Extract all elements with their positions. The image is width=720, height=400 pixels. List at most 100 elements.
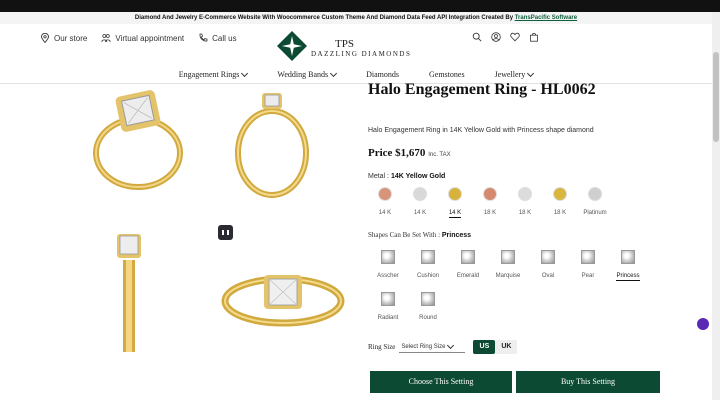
site-header: Our store Virtual appointment Call us TP… xyxy=(0,24,712,62)
diamond-shape-icon xyxy=(381,250,395,264)
product-title: Halo Engagement Ring - HL0062 xyxy=(368,81,596,98)
diamond-shape-icon xyxy=(621,250,635,264)
shape-options: Asscher Cushion Emerald Marquise Oval Pear Pri… xyxy=(368,247,658,331)
call-us-link[interactable]: Call us xyxy=(198,33,237,43)
metal-swatch[interactable]: Platinum xyxy=(578,187,612,219)
pause-icon xyxy=(222,230,229,235)
header-utility-links: Our store Virtual appointment Call us xyxy=(40,33,237,43)
metal-color-dot xyxy=(448,187,462,201)
virtual-appointment-link[interactable]: Virtual appointment xyxy=(101,33,184,43)
shape-option[interactable]: Radiant xyxy=(368,289,408,331)
metal-swatch[interactable]: 14 K xyxy=(438,187,472,219)
ring-size-select[interactable]: Select Ring Size xyxy=(399,341,466,353)
diamond-shape-icon xyxy=(461,250,475,264)
shape-option[interactable]: Marquise xyxy=(488,247,528,289)
metal-color-dot xyxy=(378,187,392,201)
logo-name: DAZZLING DIAMONDS xyxy=(311,50,412,58)
metal-swatch-label: Platinum xyxy=(583,210,607,216)
shape-option-label: Princess xyxy=(616,273,640,281)
shape-option-label: Marquise xyxy=(495,273,521,279)
chevron-down-icon xyxy=(527,69,535,77)
shape-option[interactable]: Cushion xyxy=(408,247,448,289)
ring-size-label: Ring Size xyxy=(368,343,396,351)
metal-swatch-label: 18 K xyxy=(518,210,532,216)
price-tax-note: Inc. TAX xyxy=(428,152,451,158)
virtual-appointment-label: Virtual appointment xyxy=(115,33,185,43)
diamond-shape-icon xyxy=(381,292,395,306)
metal-swatch-label: 14 K xyxy=(378,210,392,216)
our-store-link[interactable]: Our store xyxy=(40,33,87,43)
metal-color-dot xyxy=(483,187,497,201)
people-icon xyxy=(101,34,111,43)
promo-link[interactable]: TransPacific Software xyxy=(515,15,577,21)
chevron-down-icon xyxy=(447,341,455,349)
metal-swatch-label: 14 K xyxy=(448,210,462,218)
shape-option-label: Oval xyxy=(541,273,555,279)
logo-tps: TPS xyxy=(335,38,354,50)
promo-banner: Diamond And Jewelry E-Commerce Website W… xyxy=(0,12,712,24)
shape-option-label: Emerald xyxy=(456,273,480,279)
metal-color-dot xyxy=(518,187,532,201)
shape-option[interactable]: Asscher xyxy=(368,247,408,289)
metal-swatch[interactable]: 18 K xyxy=(543,187,577,219)
nav-label: Engagement Rings xyxy=(178,69,240,79)
chevron-down-icon xyxy=(330,69,338,77)
shape-option-label: Pear xyxy=(581,273,595,279)
metal-swatch-label: 18 K xyxy=(553,210,567,216)
gallery-image-1[interactable] xyxy=(80,85,200,205)
diamond-shape-icon xyxy=(541,250,555,264)
buy-setting-button[interactable]: Buy This Setting xyxy=(516,371,660,393)
diamond-shape-icon xyxy=(581,250,595,264)
metal-swatch-label: 18 K xyxy=(483,210,497,216)
gallery-zoom-button[interactable] xyxy=(218,225,233,240)
diamond-shape-icon xyxy=(421,250,435,264)
gallery-image-2[interactable] xyxy=(222,85,322,205)
shape-option-label: Cushion xyxy=(416,273,439,279)
metal-swatch[interactable]: 14 K xyxy=(368,187,402,219)
metal-value: 14K Yellow Gold xyxy=(390,173,446,180)
metal-color-dot xyxy=(413,187,427,201)
shape-option[interactable]: Round xyxy=(408,289,448,331)
nav-label: Wedding Bands xyxy=(277,69,329,79)
browser-top-bar xyxy=(0,0,720,12)
shape-option[interactable]: Princess xyxy=(608,247,648,289)
metal-swatch[interactable]: 14 K xyxy=(403,187,437,219)
price-value: Price $1,670 xyxy=(368,147,426,159)
unit-us-button[interactable]: US xyxy=(473,340,496,354)
diamond-shape-icon xyxy=(501,250,515,264)
our-store-label: Our store xyxy=(54,33,88,43)
chat-widget-icon[interactable] xyxy=(697,318,709,330)
nav-engagement-rings[interactable]: Engagement Rings xyxy=(178,66,249,83)
nav-wedding-bands[interactable]: Wedding Bands xyxy=(277,66,338,83)
metal-swatch[interactable]: 18 K xyxy=(473,187,507,219)
page-scrollbar[interactable] xyxy=(712,12,720,400)
star-logo-icon xyxy=(277,31,307,61)
shape-option-label: Asscher xyxy=(377,273,399,279)
shape-prefix: Shapes Can Be Set With : xyxy=(368,231,441,239)
metal-color-dot xyxy=(553,187,567,201)
wishlist-heart-icon[interactable] xyxy=(510,32,520,42)
metal-swatch[interactable]: 18 K xyxy=(508,187,542,219)
shopping-bag-icon[interactable] xyxy=(529,32,539,42)
metal-color-dot xyxy=(588,187,602,201)
scrollbar-thumb[interactable] xyxy=(713,52,719,142)
account-icon[interactable] xyxy=(491,32,501,42)
choose-setting-button[interactable]: Choose This Setting xyxy=(370,371,512,393)
shape-option[interactable]: Oval xyxy=(528,247,568,289)
gallery-image-4[interactable] xyxy=(218,257,348,337)
promo-text: Diamond And Jewelry E-Commerce Website W… xyxy=(134,15,515,21)
phone-icon xyxy=(199,33,208,42)
product-gallery xyxy=(0,85,360,385)
metal-prefix: Metal : xyxy=(368,173,390,180)
chevron-down-icon xyxy=(241,69,249,77)
shape-option[interactable]: Emerald xyxy=(448,247,488,289)
search-icon[interactable] xyxy=(472,32,482,42)
location-pin-icon xyxy=(41,33,49,43)
gallery-image-3[interactable] xyxy=(95,230,165,355)
unit-uk-button[interactable]: UK xyxy=(495,340,517,354)
header-actions xyxy=(472,32,539,42)
shape-option[interactable]: Pear xyxy=(568,247,608,289)
metal-swatches: 14 K 14 K 14 K 18 K 18 K 18 K Platinum xyxy=(368,187,613,219)
shape-label: Shapes Can Be Set With : Princess xyxy=(368,231,471,239)
site-logo[interactable]: TPS DAZZLING DIAMONDS xyxy=(275,30,425,62)
